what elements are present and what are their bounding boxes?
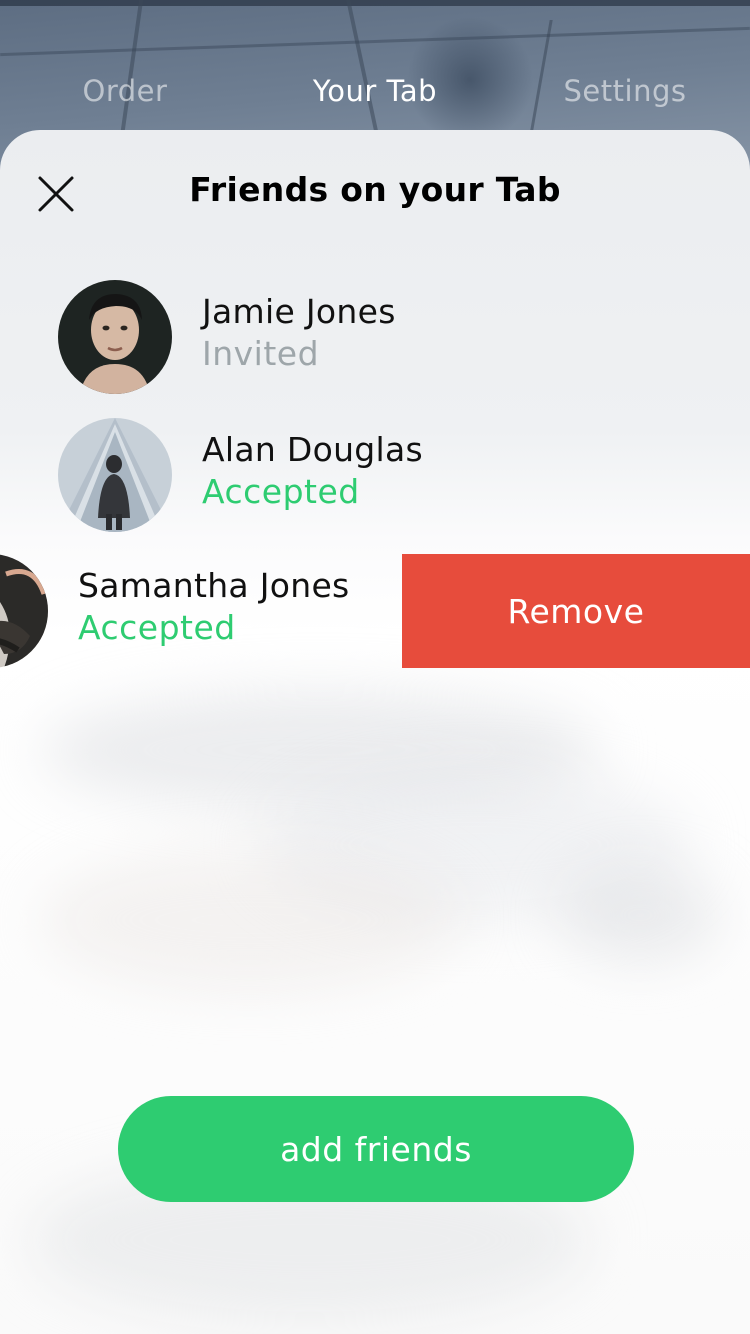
friends-sheet: Friends on your Tab Jamie Jones Invited: [0, 130, 750, 1334]
friend-status: Accepted: [78, 608, 236, 647]
tab-your-tab[interactable]: Your Tab: [250, 74, 500, 108]
avatar: [0, 554, 48, 668]
tab-settings[interactable]: Settings: [500, 74, 750, 108]
friend-status: Invited: [202, 334, 320, 373]
sheet-title: Friends on your Tab: [189, 170, 561, 209]
add-friends-button[interactable]: add friends: [118, 1096, 634, 1202]
remove-button[interactable]: Remove: [402, 554, 750, 668]
friend-status: Accepted: [202, 472, 360, 511]
friend-name: Alan Douglas: [202, 430, 424, 469]
friend-name: Jamie Jones: [202, 292, 396, 331]
friend-row-alan-douglas[interactable]: Alan Douglas Accepted: [0, 418, 750, 534]
avatar: [58, 418, 172, 532]
friend-row-samantha-jones[interactable]: Samantha Jones Accepted: [0, 554, 402, 670]
avatar: [58, 280, 172, 394]
top-nav: Order Your Tab Settings: [0, 60, 750, 122]
tab-order[interactable]: Order: [0, 74, 250, 108]
friend-row-jamie-jones[interactable]: Jamie Jones Invited: [0, 280, 750, 396]
friend-name: Samantha Jones: [78, 566, 350, 605]
